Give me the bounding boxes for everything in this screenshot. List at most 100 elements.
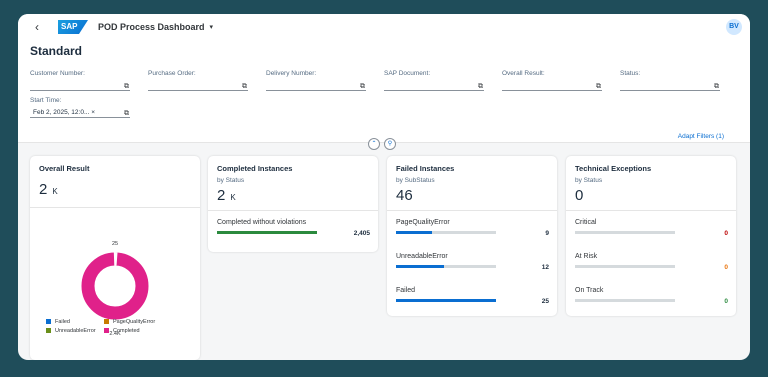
chevron-down-icon[interactable]: ▾ (210, 23, 214, 31)
legend-swatch (104, 328, 109, 334)
progress-track (396, 265, 496, 268)
progress-fill (396, 265, 444, 268)
progress-track (575, 265, 675, 268)
filter-label: SAP Document: (384, 70, 431, 77)
list-item[interactable]: PageQualityError 9 (387, 219, 557, 245)
legend-item[interactable]: Completed (104, 328, 162, 334)
filter-start-time: Start Time: Feb 2, 2025, 12:0... × ⧉ (30, 97, 130, 118)
value-help-icon[interactable]: ⧉ (360, 81, 365, 92)
list-item[interactable]: Failed 25 (387, 287, 557, 313)
calendar-icon[interactable]: ⧉ (124, 108, 129, 119)
card-title: Technical Exceptions (575, 164, 652, 173)
card-completed-instances[interactable]: Completed Instances by Status 2K Complet… (208, 156, 378, 252)
card-failed-instances[interactable]: Failed Instances by SubStatus 46 PageQua… (387, 156, 557, 316)
value-help-icon[interactable]: ⧉ (596, 81, 601, 92)
app-title[interactable]: POD Process Dashboard (98, 22, 205, 32)
legend-label: Failed (55, 319, 70, 325)
filter-label: Delivery Number: (266, 70, 317, 77)
filter-status: Status: ⧉ (620, 70, 720, 91)
filter-sap-document: SAP Document: ⧉ (384, 70, 484, 91)
item-label: PageQualityError (396, 219, 450, 226)
divider (387, 210, 557, 211)
card-overall-result[interactable]: Overall Result 2K 25 2.4K Failed PageQua… (30, 156, 200, 360)
item-label: On Track (575, 287, 604, 294)
progress-track (396, 231, 496, 234)
item-label: Completed without violations (217, 219, 307, 226)
legend-swatch (46, 328, 51, 334)
legend-label: Completed (113, 328, 140, 334)
filter-label: Purchase Order: (148, 70, 196, 77)
progress-track (217, 231, 317, 234)
purchase-order-input[interactable]: ⧉ (148, 80, 248, 91)
filter-customer-number: Customer Number: ⧉ (30, 70, 130, 91)
filter-value: Feb 2, 2025, 12:0... (33, 109, 90, 116)
card-subtitle: by Status (217, 177, 245, 184)
shell-bar: ‹ SAP POD Process Dashboard ▾ BV (18, 14, 750, 40)
progress-fill (217, 231, 317, 234)
list-item[interactable]: On Track 0 (566, 287, 736, 313)
collapse-header-icon[interactable]: ⌃ (368, 138, 380, 150)
kpi-value: 46 (387, 184, 557, 208)
card-title: Overall Result (39, 164, 90, 173)
kpi-number: 46 (396, 187, 413, 204)
back-arrow-icon[interactable]: ‹ (28, 20, 46, 34)
value-help-icon[interactable]: ⧉ (714, 81, 719, 92)
clear-icon[interactable]: × (91, 109, 95, 116)
legend-item[interactable]: PageQualityError (104, 319, 162, 325)
start-time-input[interactable]: Feb 2, 2025, 12:0... × ⧉ (30, 107, 130, 118)
item-value: 25 (541, 298, 549, 305)
divider (566, 210, 736, 211)
kpi-unit: K (52, 187, 58, 196)
sap-logo: SAP (58, 20, 88, 34)
filter-label: Customer Number: (30, 70, 85, 77)
progress-fill (396, 231, 432, 234)
list-item[interactable]: At Risk 0 (566, 253, 736, 279)
divider (30, 207, 200, 208)
kpi-unit: K (230, 193, 236, 202)
filter-purchase-order: Purchase Order: ⧉ (148, 70, 248, 91)
list-item[interactable]: UnreadableError 12 (387, 253, 557, 279)
legend-item[interactable]: UnreadableError (46, 328, 104, 334)
filter-label: Start Time: (30, 97, 62, 104)
value-help-icon[interactable]: ⧉ (242, 81, 247, 92)
value-help-icon[interactable]: ⧉ (478, 81, 483, 92)
kpi-number: 0 (575, 187, 584, 204)
kpi-value: 0 (566, 184, 736, 208)
legend-item[interactable]: Failed (46, 319, 104, 325)
progress-track (575, 299, 675, 302)
item-label: Critical (575, 219, 597, 226)
item-value: 2,405 (353, 230, 370, 237)
delivery-number-input[interactable]: ⧉ (266, 80, 366, 91)
item-label: At Risk (575, 253, 598, 260)
filter-bar: Customer Number: ⧉ Purchase Order: ⧉ Del… (30, 70, 738, 91)
kpi-value: 2K (30, 173, 200, 198)
card-technical-exceptions[interactable]: Technical Exceptions by Status 0 Critica… (566, 156, 736, 316)
kpi-number: 2 (217, 187, 226, 204)
card-title: Completed Instances (217, 164, 293, 173)
filter-label: Overall Result: (502, 70, 545, 77)
pin-header-icon[interactable]: ⚲ (384, 138, 396, 150)
sap-document-input[interactable]: ⧉ (384, 80, 484, 91)
filter-label: Status: (620, 70, 641, 77)
avatar[interactable]: BV (726, 19, 742, 35)
list-item[interactable]: Completed without violations 2,405 (208, 219, 378, 245)
overall-result-input[interactable]: ⧉ (502, 80, 602, 91)
item-label: Failed (396, 287, 416, 294)
list-item[interactable]: Critical 0 (566, 219, 736, 245)
donut-slice-completed (81, 252, 149, 320)
app-window: ‹ SAP POD Process Dashboard ▾ BV Standar… (18, 14, 750, 360)
customer-number-input[interactable]: ⧉ (30, 80, 130, 91)
status-input[interactable]: ⧉ (620, 80, 720, 91)
legend-label: PageQualityError (113, 319, 156, 325)
page-title[interactable]: Standard (30, 40, 738, 70)
value-help-icon[interactable]: ⧉ (124, 81, 129, 92)
legend-label: UnreadableError (55, 328, 96, 334)
item-value: 0 (724, 298, 728, 305)
chart-legend: Failed PageQualityError UnreadableError … (46, 319, 162, 334)
item-value: 12 (541, 264, 549, 271)
item-value: 0 (724, 264, 728, 271)
adapt-filters-link[interactable]: Adapt Filters (1) (678, 133, 724, 140)
filter-delivery-number: Delivery Number: ⧉ (266, 70, 366, 91)
divider (208, 210, 378, 211)
kpi-value: 2K (208, 184, 378, 208)
